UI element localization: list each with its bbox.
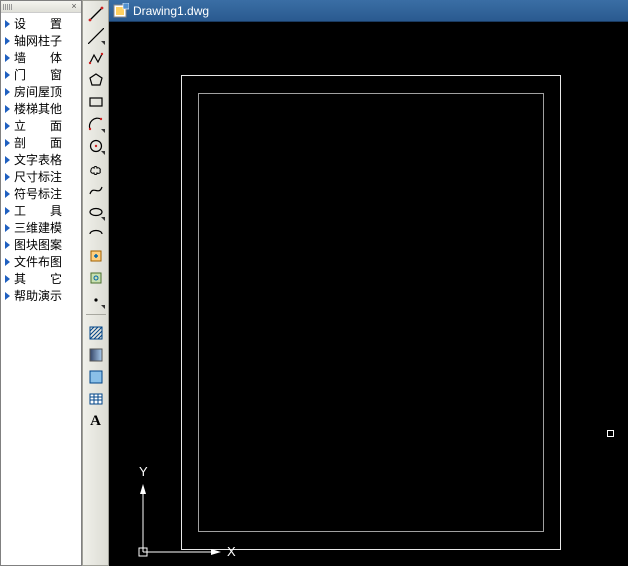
- chevron-right-icon: [5, 122, 10, 130]
- menu-item-label: 轴网柱子: [14, 32, 62, 49]
- menu-item-label: 门 窗: [14, 66, 62, 83]
- chevron-right-icon: [5, 105, 10, 113]
- ellipse-arc-tool[interactable]: [85, 223, 107, 245]
- text-tool-label: A: [90, 413, 101, 430]
- chevron-right-icon: [5, 54, 10, 62]
- panel-grip-icon[interactable]: [3, 4, 12, 10]
- menu-item-label: 剖 面: [14, 134, 62, 151]
- menu-item-13[interactable]: 图块图案: [1, 236, 81, 253]
- ucs-icon: Y X: [123, 460, 243, 560]
- menu-item-label: 楼梯其他: [14, 100, 62, 117]
- menu-item-label: 文件布图: [14, 253, 62, 270]
- drawing-area: Drawing1.dwg Y X: [109, 0, 628, 566]
- menu-item-label: 图块图案: [14, 236, 62, 253]
- selection-marker: [607, 430, 614, 437]
- menu-item-7[interactable]: 剖 面: [1, 134, 81, 151]
- menu-item-label: 尺寸标注: [14, 168, 62, 185]
- inner-frame-rect: [198, 93, 544, 532]
- chevron-right-icon: [5, 258, 10, 266]
- menu-tree: 设 置轴网柱子墙 体门 窗房间屋顶楼梯其他立 面剖 面文字表格尺寸标注符号标注工…: [1, 13, 81, 306]
- chevron-right-icon: [5, 224, 10, 232]
- menu-item-10[interactable]: 符号标注: [1, 185, 81, 202]
- menu-item-15[interactable]: 其 它: [1, 270, 81, 287]
- chevron-right-icon: [5, 139, 10, 147]
- menu-item-label: 墙 体: [14, 49, 62, 66]
- chevron-right-icon: [5, 88, 10, 96]
- drawing-titlebar[interactable]: Drawing1.dwg: [109, 0, 628, 22]
- menu-item-label: 三维建模: [14, 219, 62, 236]
- table-tool[interactable]: [85, 388, 107, 410]
- gradient-tool[interactable]: [85, 344, 107, 366]
- chevron-right-icon: [5, 241, 10, 249]
- ucs-x-label: X: [227, 544, 236, 559]
- point-tool[interactable]: [85, 289, 107, 311]
- menu-item-2[interactable]: 墙 体: [1, 49, 81, 66]
- chevron-right-icon: [5, 207, 10, 215]
- polygon-tool[interactable]: [85, 69, 107, 91]
- arc-tool[interactable]: [85, 113, 107, 135]
- spline-tool[interactable]: [85, 179, 107, 201]
- insert-block-tool[interactable]: [85, 245, 107, 267]
- toolbar-separator: [86, 314, 106, 315]
- menu-item-6[interactable]: 立 面: [1, 117, 81, 134]
- menu-item-label: 其 它: [14, 270, 62, 287]
- menu-item-8[interactable]: 文字表格: [1, 151, 81, 168]
- menu-item-4[interactable]: 房间屋顶: [1, 83, 81, 100]
- draw-toolbar: A: [82, 0, 109, 566]
- close-icon[interactable]: ×: [69, 2, 79, 12]
- menu-item-9[interactable]: 尺寸标注: [1, 168, 81, 185]
- menu-item-1[interactable]: 轴网柱子: [1, 32, 81, 49]
- menu-item-14[interactable]: 文件布图: [1, 253, 81, 270]
- circle-tool[interactable]: [85, 135, 107, 157]
- menu-item-label: 文字表格: [14, 151, 62, 168]
- chevron-right-icon: [5, 156, 10, 164]
- menu-item-5[interactable]: 楼梯其他: [1, 100, 81, 117]
- menu-item-16[interactable]: 帮助演示: [1, 287, 81, 304]
- ucs-y-label: Y: [139, 464, 148, 479]
- rectangle-tool[interactable]: [85, 91, 107, 113]
- menu-item-label: 工 具: [14, 202, 62, 219]
- menu-item-label: 符号标注: [14, 185, 62, 202]
- chevron-right-icon: [5, 292, 10, 300]
- polyline-tool[interactable]: [85, 47, 107, 69]
- drawing-canvas[interactable]: Y X: [109, 22, 628, 566]
- line-tool[interactable]: [85, 3, 107, 25]
- menu-item-label: 立 面: [14, 117, 62, 134]
- chevron-right-icon: [5, 173, 10, 181]
- left-menu-panel: × 设 置轴网柱子墙 体门 窗房间屋顶楼梯其他立 面剖 面文字表格尺寸标注符号标…: [0, 0, 82, 566]
- drawing-title: Drawing1.dwg: [133, 4, 209, 18]
- text-tool[interactable]: A: [85, 410, 107, 432]
- menu-item-label: 设 置: [14, 15, 62, 32]
- chevron-right-icon: [5, 275, 10, 283]
- chevron-right-icon: [5, 20, 10, 28]
- menu-item-3[interactable]: 门 窗: [1, 66, 81, 83]
- chevron-right-icon: [5, 37, 10, 45]
- menu-item-label: 房间屋顶: [14, 83, 62, 100]
- chevron-right-icon: [5, 190, 10, 198]
- chevron-right-icon: [5, 71, 10, 79]
- dwg-file-icon: [113, 3, 129, 19]
- revision-cloud-tool[interactable]: [85, 157, 107, 179]
- construction-line-tool[interactable]: [85, 25, 107, 47]
- region-tool[interactable]: [85, 366, 107, 388]
- menu-item-11[interactable]: 工 具: [1, 202, 81, 219]
- ellipse-tool[interactable]: [85, 201, 107, 223]
- menu-item-12[interactable]: 三维建模: [1, 219, 81, 236]
- hatch-tool[interactable]: [85, 322, 107, 344]
- menu-item-label: 帮助演示: [14, 287, 62, 304]
- menu-panel-header[interactable]: ×: [1, 1, 81, 13]
- make-block-tool[interactable]: [85, 267, 107, 289]
- menu-item-0[interactable]: 设 置: [1, 15, 81, 32]
